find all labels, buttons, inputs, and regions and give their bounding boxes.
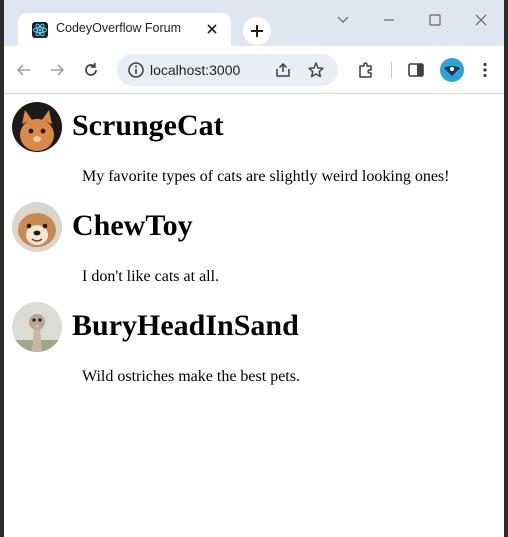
browser-toolbar: localhost:3000 bbox=[4, 46, 504, 94]
tab-title: CodeyOverflow Forum bbox=[56, 21, 182, 35]
bookmark-star-icon[interactable] bbox=[307, 61, 325, 79]
post-username: ChewToy bbox=[72, 209, 193, 242]
toolbar-divider bbox=[391, 62, 392, 78]
tab-active[interactable]: CodeyOverflow Forum bbox=[18, 13, 231, 46]
cat-avatar bbox=[12, 102, 62, 152]
new-tab-button[interactable] bbox=[243, 17, 271, 45]
close-window-icon[interactable] bbox=[474, 12, 488, 26]
post-message: My favorite types of cats are slightly w… bbox=[82, 168, 450, 185]
browser-window: CodeyOverflow Forum localhost:3000 Scrun… bbox=[4, 0, 504, 537]
maximize-icon[interactable] bbox=[428, 12, 442, 26]
forward-arrow-icon[interactable] bbox=[47, 60, 67, 80]
tab-search-chevron-icon[interactable] bbox=[336, 12, 350, 26]
post-message: Wild ostriches make the best pets. bbox=[82, 368, 300, 385]
reload-icon[interactable] bbox=[81, 60, 101, 80]
tab-close-icon[interactable] bbox=[204, 21, 220, 37]
dog-avatar bbox=[12, 202, 62, 252]
post-username: ScrungeCat bbox=[72, 109, 224, 142]
ostrich-avatar bbox=[12, 302, 62, 352]
react-favicon-icon bbox=[32, 22, 48, 38]
url-text: localhost:3000 bbox=[150, 62, 241, 78]
tab-strip: CodeyOverflow Forum bbox=[4, 0, 504, 46]
minimize-icon[interactable] bbox=[382, 12, 396, 26]
share-icon[interactable] bbox=[274, 61, 292, 79]
extensions-puzzle-icon[interactable] bbox=[356, 60, 376, 80]
post-username: BuryHeadInSand bbox=[72, 309, 299, 342]
side-panel-icon[interactable] bbox=[406, 60, 426, 80]
profile-avatar-icon[interactable] bbox=[440, 58, 464, 82]
site-info-icon[interactable] bbox=[127, 61, 145, 79]
post-message: I don't like cats at all. bbox=[82, 268, 220, 285]
page-content: ScrungeCat My favorite types of cats are… bbox=[4, 95, 504, 537]
address-bar[interactable]: localhost:3000 bbox=[117, 54, 338, 86]
more-menu-icon[interactable] bbox=[475, 60, 495, 80]
back-arrow-icon[interactable] bbox=[14, 60, 34, 80]
